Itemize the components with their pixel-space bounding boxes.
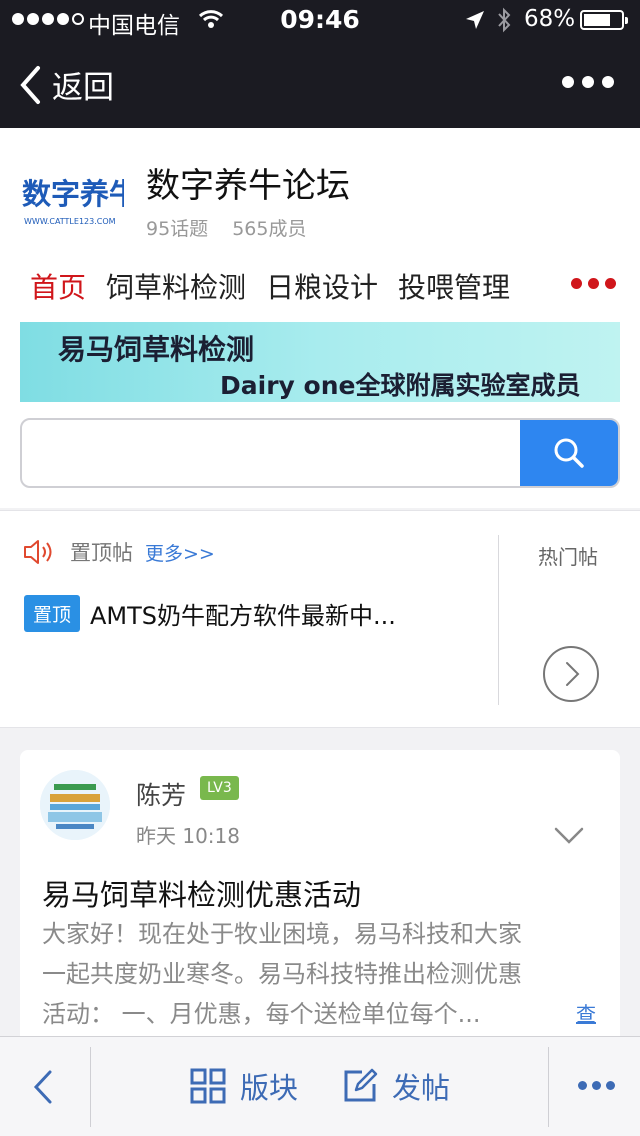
post-excerpt-line: 活动： 一、月优惠，每个送检单位每个... bbox=[42, 1000, 481, 1028]
forum-stats: 95话题 565成员 bbox=[146, 214, 306, 241]
back-button[interactable]: 返回 bbox=[18, 62, 114, 107]
pinned-badge: 置顶 bbox=[24, 595, 81, 632]
grid-icon bbox=[190, 1068, 226, 1104]
navigation-bar: 返回 bbox=[0, 40, 640, 128]
post-excerpt-line: 大家好！现在处于牧业困境，易马科技和大家 bbox=[42, 920, 522, 948]
speaker-icon bbox=[24, 540, 52, 564]
new-post-button[interactable]: 发帖 bbox=[342, 1065, 450, 1107]
search-icon bbox=[554, 438, 584, 468]
sections-button[interactable]: 版块 bbox=[190, 1065, 298, 1107]
post-time: 昨天 10:18 bbox=[136, 824, 240, 848]
post-card[interactable]: 陈芳 LV3 昨天 10:18 易马饲草料检测优惠活动 大家好！现在处于牧业困境… bbox=[20, 750, 620, 1050]
divider bbox=[498, 535, 499, 705]
tab-ration-design[interactable]: 日粮设计 bbox=[266, 266, 378, 306]
more-tabs-icon[interactable] bbox=[571, 278, 616, 289]
category-tabs: 首页 饲草料检测 日粮设计 投喂管理 bbox=[30, 266, 530, 306]
chevron-left-icon bbox=[20, 65, 40, 104]
chevron-left-icon[interactable] bbox=[30, 1067, 56, 1107]
tab-forage-testing[interactable]: 饲草料检测 bbox=[106, 266, 246, 306]
pinned-post-item[interactable]: 置顶 AMTS奶牛配方软件最新中... bbox=[24, 595, 396, 632]
tab-home[interactable]: 首页 bbox=[30, 266, 86, 306]
author-name[interactable]: 陈芳 bbox=[136, 776, 186, 812]
more-options-icon[interactable] bbox=[562, 76, 614, 88]
bottom-toolbar: 版块 发帖 bbox=[0, 1036, 640, 1136]
edit-icon bbox=[344, 1068, 378, 1102]
new-post-label: 发帖 bbox=[392, 1071, 451, 1105]
search-box bbox=[20, 418, 620, 488]
svg-text:数字养牛: 数字养牛 bbox=[22, 177, 124, 211]
chevron-right-circle-icon[interactable] bbox=[542, 645, 600, 703]
post-excerpt-line: 一起共度奶业寒冬。易马科技特推出检测优惠 bbox=[42, 960, 522, 988]
sections-label: 版块 bbox=[240, 1071, 299, 1105]
forum-title: 数字养牛论坛 bbox=[146, 166, 350, 206]
banner-line-2: Dairy one全球附属实验室成员 bbox=[220, 371, 581, 400]
hot-posts-label[interactable]: 热门帖 bbox=[538, 541, 598, 570]
view-more-link[interactable]: 查 bbox=[576, 998, 596, 1027]
pinned-section: 置顶帖 更多>> 置顶 AMTS奶牛配方软件最新中... 热门帖 bbox=[0, 510, 640, 728]
divider bbox=[90, 1047, 91, 1127]
bluetooth-icon bbox=[498, 7, 511, 33]
level-badge: LV3 bbox=[200, 776, 239, 800]
search-input[interactable] bbox=[22, 420, 522, 486]
post-title[interactable]: 易马饲草料检测优惠活动 bbox=[42, 872, 361, 914]
svg-text:WWW.CATTLE123.COM: WWW.CATTLE123.COM bbox=[24, 217, 116, 226]
avatar-image bbox=[40, 770, 110, 840]
battery-percent: 68% bbox=[524, 6, 576, 32]
divider bbox=[548, 1047, 549, 1127]
pinned-title: 置顶帖 bbox=[70, 541, 133, 565]
pinned-post-title: AMTS奶牛配方软件最新中... bbox=[90, 602, 396, 630]
pinned-more-link[interactable]: 更多>> bbox=[145, 539, 215, 566]
search-button[interactable] bbox=[520, 420, 618, 486]
members-count: 565成员 bbox=[232, 218, 307, 240]
location-arrow-icon bbox=[466, 11, 484, 29]
pinned-header: 置顶帖 更多>> bbox=[22, 537, 215, 567]
more-options-icon[interactable] bbox=[578, 1081, 615, 1090]
chevron-down-icon[interactable] bbox=[554, 826, 584, 846]
banner-line-1: 易马饲草料检测 bbox=[58, 333, 255, 366]
topics-count: 95话题 bbox=[146, 218, 209, 240]
post-excerpt: 大家好！现在处于牧业困境，易马科技和大家 一起共度奶业寒冬。易马科技特推出检测优… bbox=[42, 914, 602, 1034]
back-label: 返回 bbox=[52, 70, 114, 106]
forum-header: 数字养牛 WWW.CATTLE123.COM 数字养牛论坛 95话题 565成员 … bbox=[0, 128, 640, 508]
tab-feeding-management[interactable]: 投喂管理 bbox=[398, 266, 510, 306]
top-bar: 中国电信 09:46 68% 返回 bbox=[0, 0, 640, 128]
avatar[interactable] bbox=[40, 770, 110, 840]
ad-banner[interactable]: 易马饲草料检测 Dairy one全球附属实验室成员 bbox=[20, 322, 620, 402]
battery-icon bbox=[580, 10, 628, 30]
forum-logo: 数字养牛 WWW.CATTLE123.COM bbox=[22, 177, 124, 226]
status-bar: 中国电信 09:46 68% bbox=[0, 0, 640, 40]
